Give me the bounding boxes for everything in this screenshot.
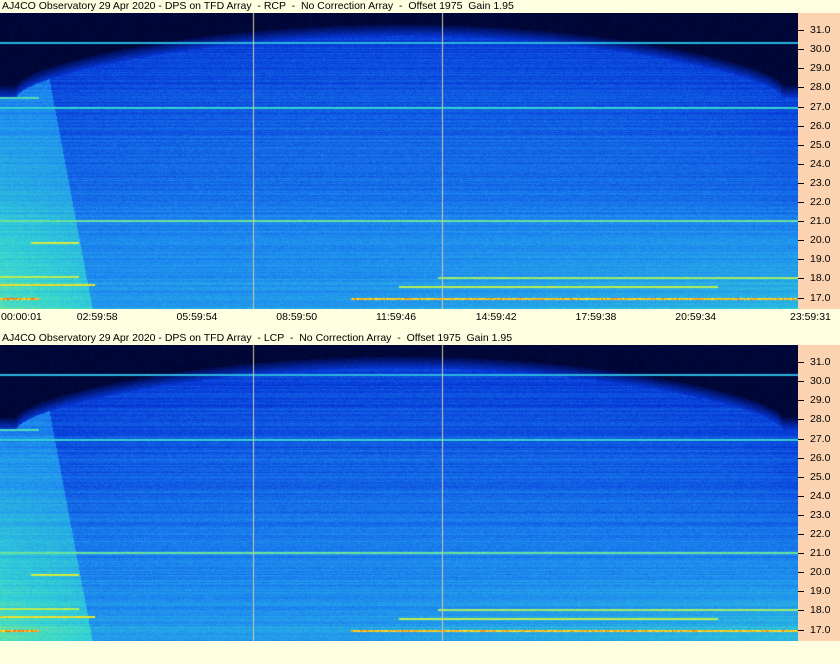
y-tick: [798, 438, 804, 440]
y-tick: [798, 629, 804, 631]
x-tick-label: 05:59:54: [176, 311, 218, 323]
y-tick-label: 30.0: [810, 43, 831, 56]
rcp-panel-title: AJ4CO Observatory 29 Apr 2020 - DPS on T…: [2, 0, 514, 12]
x-tick-label: 00:00:01: [1, 311, 42, 323]
y-tick-label: 27.0: [810, 432, 831, 445]
lcp-spectrogram: [0, 345, 798, 641]
bottom-strip: [0, 642, 840, 664]
y-tick: [798, 514, 804, 516]
y-tick-label: 28.0: [810, 81, 831, 94]
y-tick-label: 21.0: [810, 547, 831, 560]
y-tick-label: 24.0: [810, 157, 831, 170]
x-tick-label: 14:59:42: [475, 311, 517, 323]
y-tick-label: 31.0: [810, 24, 831, 37]
x-tick-label: 17:59:38: [575, 311, 617, 323]
y-tick: [798, 278, 804, 280]
y-tick-label: 29.0: [810, 62, 831, 75]
y-tick-label: 20.0: [810, 234, 831, 247]
x-tick-label: 08:59:50: [276, 311, 318, 323]
y-tick-label: 23.0: [810, 508, 831, 521]
y-tick: [798, 202, 804, 204]
y-tick: [798, 591, 804, 593]
y-tick: [798, 240, 804, 242]
y-tick: [798, 87, 804, 89]
y-tick: [798, 495, 804, 497]
y-tick-label: 18.0: [810, 604, 831, 617]
y-tick: [798, 49, 804, 51]
x-tick-label: 02:59:58: [76, 311, 118, 323]
y-tick: [798, 68, 804, 70]
y-tick: [798, 400, 804, 402]
rcp-spectrogram: [0, 13, 798, 309]
y-tick-label: 22.0: [810, 196, 831, 209]
y-tick-label: 29.0: [810, 394, 831, 407]
y-tick-label: 21.0: [810, 215, 831, 228]
y-tick: [798, 553, 804, 555]
y-tick: [798, 163, 804, 165]
y-tick: [798, 106, 804, 108]
y-tick-label: 30.0: [810, 375, 831, 388]
y-tick-label: 28.0: [810, 413, 831, 426]
y-tick-label: 18.0: [810, 272, 831, 285]
lcp-spectrogram-canvas: [0, 345, 798, 641]
x-tick-label: 11:59:46: [376, 311, 417, 323]
y-tick: [798, 476, 804, 478]
rcp-frequency-axis: 17.0 18.0 19.0 20.0 21.0 22.0 23.0 24.0 25.0 26.0…: [798, 13, 840, 309]
y-tick-label: 25.0: [810, 470, 831, 483]
y-tick: [798, 362, 804, 364]
y-tick-label: 25.0: [810, 138, 831, 151]
y-tick-label: 23.0: [810, 176, 831, 189]
y-tick-label: 27.0: [810, 100, 831, 113]
y-tick: [798, 221, 804, 223]
y-tick-label: 22.0: [810, 528, 831, 541]
x-tick-label: 20:59:34: [675, 311, 717, 323]
y-tick: [798, 419, 804, 421]
lcp-panel-title: AJ4CO Observatory 29 Apr 2020 - DPS on T…: [2, 332, 513, 344]
y-tick-label: 26.0: [810, 451, 831, 464]
y-tick: [798, 125, 804, 127]
lcp-frequency-axis: 17.0 18.0 19.0 20.0 21.0 22.0 23.0 24.0 25.0 26.0…: [798, 345, 840, 641]
y-tick: [798, 457, 804, 459]
time-axis: 00:00:01 02:59:58 05:59:54 08:59:50 11:59:46…: [0, 309, 840, 325]
y-tick: [798, 259, 804, 261]
y-tick-label: 17.0: [810, 291, 831, 304]
y-tick-label: 19.0: [810, 253, 831, 266]
y-tick: [798, 297, 804, 299]
y-tick-label: 19.0: [810, 585, 831, 598]
y-tick-label: 17.0: [810, 623, 831, 636]
y-tick-label: 26.0: [810, 119, 831, 132]
y-tick: [798, 610, 804, 612]
y-tick: [798, 182, 804, 184]
y-tick: [798, 144, 804, 146]
y-tick-label: 20.0: [810, 566, 831, 579]
y-tick-label: 31.0: [810, 356, 831, 369]
y-tick: [798, 572, 804, 574]
y-tick: [798, 30, 804, 32]
y-tick: [798, 381, 804, 383]
x-tick-label: 23:59:31: [790, 311, 831, 323]
y-tick: [798, 534, 804, 536]
y-tick-label: 24.0: [810, 489, 831, 502]
rcp-spectrogram-canvas: [0, 13, 798, 309]
